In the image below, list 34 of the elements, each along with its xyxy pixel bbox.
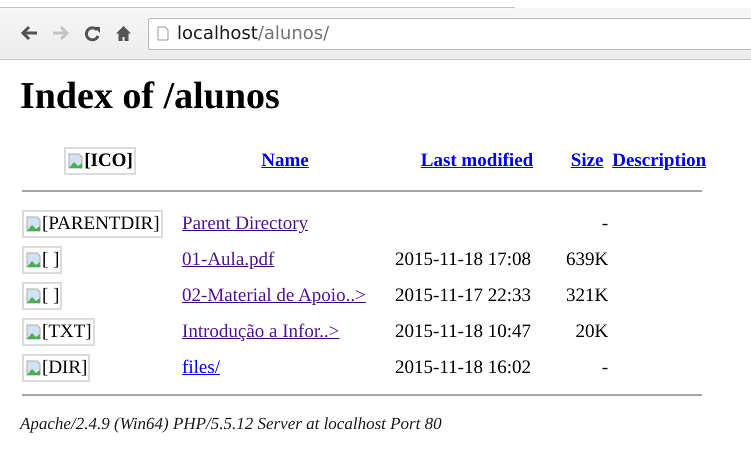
file-size: 639K	[566, 249, 608, 270]
page-icon	[157, 26, 169, 41]
file-size: -	[602, 213, 608, 234]
alt-text: [TXT]	[42, 321, 92, 343]
column-sort-link[interactable]: Description	[612, 150, 706, 171]
modified-date: 2015-11-17 22:33	[395, 285, 531, 306]
alt-text: [PARENTDIR]	[42, 213, 160, 235]
broken-image-icon	[26, 324, 42, 340]
broken-image-icon	[26, 288, 42, 304]
file-size: 321K	[566, 285, 608, 306]
file-link[interactable]: Introdução a Infor..>	[182, 321, 340, 342]
column-sort-link[interactable]: Size	[570, 150, 604, 171]
server-signature: Apache/2.4.9 (Win64) PHP/5.5.12 Server at localhost Port 80	[20, 414, 443, 434]
modified-date: 2015-11-18 17:08	[395, 249, 531, 270]
column-sort-link[interactable]: Name	[261, 150, 309, 171]
file-link[interactable]: 01-Aula.pdf	[182, 249, 274, 270]
column-sort-link[interactable]: Last modified	[420, 150, 534, 171]
broken-image-icon	[68, 153, 84, 169]
alt-text: [ ]	[42, 285, 60, 307]
page-heading: Index of /alunos	[20, 74, 281, 118]
broken-image-icon	[26, 216, 42, 232]
modified-date: 2015-11-18 16:02	[395, 357, 531, 378]
file-size: 20K	[576, 321, 608, 342]
alt-text: [ ]	[42, 249, 60, 271]
alt-text: [ICO]	[84, 150, 133, 172]
file-size: -	[602, 357, 608, 378]
file-link[interactable]: Parent Directory	[182, 213, 308, 234]
broken-image-icon	[26, 360, 42, 376]
address-bar[interactable]: localhost/alunos/	[148, 18, 751, 50]
alt-text: [DIR]	[42, 357, 88, 379]
broken-image-icon	[26, 252, 42, 268]
modified-date: 2015-11-18 10:47	[395, 321, 531, 342]
file-link[interactable]: files/	[182, 357, 220, 378]
file-link[interactable]: 02-Material de Apoio..>	[182, 285, 366, 306]
